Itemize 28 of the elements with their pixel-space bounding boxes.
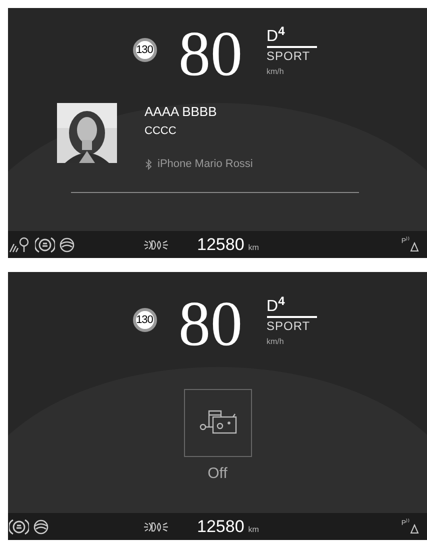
- phone-device-name: iPhone Mario Rossi: [158, 157, 253, 172]
- speed-readout: 80: [178, 22, 242, 86]
- drive-mode: SPORT: [266, 319, 312, 333]
- speed-unit: km/h: [266, 66, 285, 78]
- feature-state: Off: [208, 464, 228, 484]
- speed-readout: 80: [178, 292, 242, 356]
- contact-detail: CCCC: [144, 124, 178, 138]
- speed-limit-sign: 130: [132, 38, 156, 62]
- contact-name: AAAA BBBB: [144, 104, 218, 120]
- brake-warning-icon: [9, 518, 29, 536]
- gear-indicator: D$^{4}$: [266, 298, 316, 318]
- speed-limit-sign: 130: [132, 308, 156, 332]
- warning-triangle-icon: [410, 524, 419, 534]
- steering-wheel-icon: [33, 518, 49, 534]
- light-indicator-icon: [144, 520, 168, 532]
- speed-unit: km/h: [266, 336, 285, 348]
- light-indicator-icon: [144, 238, 168, 250]
- warning-triangle-icon: [410, 242, 419, 252]
- lamp-icon: [9, 236, 31, 252]
- drive-mode: SPORT: [266, 49, 312, 63]
- odometer-unit: km: [248, 524, 259, 536]
- steering-wheel-icon: [59, 236, 75, 252]
- odometer-reading: 12580: [197, 516, 244, 538]
- gear-indicator: D$^{4}$: [266, 28, 316, 48]
- brake-warning-icon: [35, 236, 55, 254]
- odometer-reading: 12580: [197, 234, 244, 256]
- odometer-unit: km: [248, 242, 259, 254]
- bluetooth-icon: [144, 158, 152, 170]
